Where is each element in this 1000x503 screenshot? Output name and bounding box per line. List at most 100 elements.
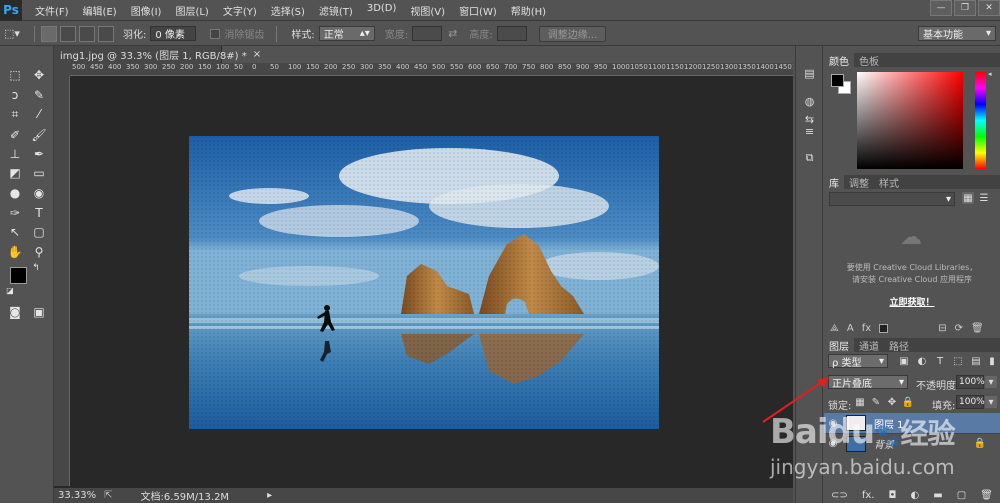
add-graphic-icon[interactable]: ⟁ <box>830 323 839 334</box>
swap-colors-icon[interactable]: ↰ <box>30 262 42 274</box>
menu-item[interactable]: 3D(D) <box>360 3 404 18</box>
add-mask-icon[interactable]: ◘ <box>889 490 897 501</box>
workspace-select[interactable]: 基本功能 ▾ <box>918 26 996 41</box>
tab-paths[interactable]: 路径 <box>884 338 914 353</box>
screen-mode-icon[interactable]: ▣ <box>28 303 50 321</box>
zoom-tool-icon[interactable]: ⚲ <box>28 243 50 261</box>
path-select-tool-icon[interactable]: ↖ <box>4 223 26 241</box>
menu-item[interactable]: 文件(F) <box>28 3 76 18</box>
antialias-checkbox[interactable] <box>210 28 221 39</box>
cc-sync-icon[interactable]: ⟳ <box>955 323 963 334</box>
default-colors-icon[interactable]: ◪ <box>4 284 16 296</box>
fill-input[interactable]: 100% <box>956 395 985 409</box>
opacity-dropdown-icon[interactable]: ▾ <box>985 376 997 388</box>
blur-tool-icon[interactable]: ● <box>4 184 26 202</box>
horizontal-ruler[interactable]: 500 450 400 350 300 250 200 150 100 50 0 50 100 150 20… <box>70 63 793 76</box>
tab-color[interactable]: 颜色 <box>824 53 854 68</box>
new-group-icon[interactable]: ▬ <box>933 490 942 501</box>
library-select[interactable]: ▾ <box>829 192 955 206</box>
move-tool-icon[interactable]: ✥ <box>28 66 50 84</box>
menu-item[interactable]: 选择(S) <box>264 3 312 18</box>
color-swatch-icon[interactable] <box>879 323 889 333</box>
canvas-image[interactable] <box>189 136 659 429</box>
delete-layer-icon[interactable]: 🗑 <box>980 490 993 501</box>
vertical-ruler[interactable] <box>54 76 70 486</box>
eyedropper-tool-icon[interactable]: ⁄ <box>28 105 50 123</box>
blend-mode-select[interactable]: 正片叠底 ▾ <box>828 375 908 390</box>
crop-tool-icon[interactable]: ⌗ <box>4 105 26 123</box>
pen-tool-icon[interactable]: ✑ <box>4 204 26 222</box>
filter-adjustment-icon[interactable]: ◐ <box>916 355 928 367</box>
filter-toggle-icon[interactable]: ▮ <box>986 355 998 367</box>
color-field[interactable] <box>857 72 963 169</box>
menu-item[interactable]: 图层(L) <box>168 3 215 18</box>
minimize-button[interactable]: — <box>930 0 952 16</box>
lasso-tool-icon[interactable]: ↄ <box>4 86 26 104</box>
marquee-tool-icon[interactable]: ⬚ <box>4 66 26 84</box>
refine-edge-button[interactable]: 调整边缘... <box>538 25 607 42</box>
lock-pixels-icon[interactable]: ✎ <box>870 396 882 408</box>
text-icon[interactable]: A <box>847 323 854 334</box>
zoom-level[interactable]: 33.33% <box>58 490 96 501</box>
subtract-selection-icon[interactable] <box>79 25 95 42</box>
menu-item[interactable]: 视图(V) <box>403 3 452 18</box>
quick-mask-icon[interactable]: ◙ <box>4 303 26 321</box>
swap-icon[interactable]: ⇄ <box>448 27 457 40</box>
quick-select-tool-icon[interactable]: ✎ <box>28 86 50 104</box>
menu-item[interactable]: 窗口(W) <box>452 3 504 18</box>
filter-shape-icon[interactable]: ⬚ <box>952 355 964 367</box>
document-tab[interactable]: img1.jpg @ 33.3% (图层 1, RGB/8#) * × <box>54 46 261 63</box>
feather-input[interactable]: 0 像素 <box>150 26 197 41</box>
new-adjustment-icon[interactable]: ◐ <box>910 490 919 501</box>
layer-style-fx-icon[interactable]: fx. <box>862 490 875 501</box>
tab-styles[interactable]: 样式 <box>874 175 904 190</box>
properties-panel-icon[interactable]: ◍ <box>801 94 818 109</box>
new-layer-icon[interactable]: ▢ <box>957 490 966 501</box>
clone-stamp-tool-icon[interactable]: ⊥ <box>4 145 26 163</box>
tab-libraries[interactable]: 库 <box>824 175 844 190</box>
link-icon[interactable]: ⊟ <box>938 323 946 334</box>
hue-slider-handle-icon[interactable]: ◂ <box>988 70 992 78</box>
install-link[interactable]: 立即获取！ <box>824 295 1000 308</box>
tab-layers[interactable]: 图层 <box>824 338 854 353</box>
shape-tool-icon[interactable]: ▢ <box>28 223 50 241</box>
share-icon[interactable]: ⇱ <box>104 490 112 501</box>
lock-position-icon[interactable]: ✥ <box>886 396 898 408</box>
dodge-tool-icon[interactable]: ◉ <box>28 184 50 202</box>
ruler-origin[interactable] <box>54 63 70 76</box>
menu-item[interactable]: 帮助(H) <box>504 3 553 18</box>
menu-item[interactable]: 编辑(E) <box>76 3 124 18</box>
fx-icon[interactable]: fx <box>862 323 871 334</box>
foreground-color-swatch[interactable] <box>10 267 27 284</box>
close-button[interactable]: ✕ <box>978 0 1000 16</box>
color-foreground-swatch[interactable] <box>831 74 844 87</box>
add-selection-icon[interactable] <box>60 25 76 42</box>
paragraph-panel-icon[interactable]: ⧉ <box>801 150 818 165</box>
type-tool-icon[interactable]: T <box>28 204 50 222</box>
brush-panel-icon[interactable]: ≡ <box>801 124 818 139</box>
marquee-tool-preset-icon[interactable]: ⬚▾ <box>4 26 28 42</box>
lock-transparent-icon[interactable]: ▦ <box>854 396 866 408</box>
link-layers-icon[interactable]: ⊂⊃ <box>831 490 848 501</box>
trash-icon[interactable]: 🗑 <box>971 323 984 334</box>
menu-item[interactable]: 滤镜(T) <box>312 3 360 18</box>
tab-adjustments[interactable]: 调整 <box>844 175 874 190</box>
close-icon[interactable]: × <box>253 49 261 60</box>
brush-tool-icon[interactable]: 🖌 <box>28 126 50 144</box>
opacity-input[interactable]: 100% <box>956 375 985 389</box>
new-selection-icon[interactable] <box>41 25 57 42</box>
filter-pixel-icon[interactable]: ▣ <box>898 355 910 367</box>
lock-all-icon[interactable]: 🔒 <box>902 396 914 408</box>
filter-type-icon[interactable]: T <box>934 355 946 367</box>
eraser-tool-icon[interactable]: ◩ <box>4 164 26 182</box>
list-view-icon[interactable]: ☰ <box>978 192 990 204</box>
gradient-tool-icon[interactable]: ▭ <box>28 164 50 182</box>
status-menu-arrow-icon[interactable]: ▸ <box>267 490 272 501</box>
filter-smart-object-icon[interactable]: ▤ <box>970 355 982 367</box>
history-panel-icon[interactable]: ▤ <box>801 66 818 81</box>
menu-item[interactable]: 图像(I) <box>124 3 169 18</box>
menu-item[interactable]: 文字(Y) <box>216 3 264 18</box>
intersect-selection-icon[interactable] <box>98 25 114 42</box>
hue-slider[interactable] <box>975 72 986 169</box>
layer-filter-select[interactable]: ρ 类型 ▾ <box>828 354 888 369</box>
